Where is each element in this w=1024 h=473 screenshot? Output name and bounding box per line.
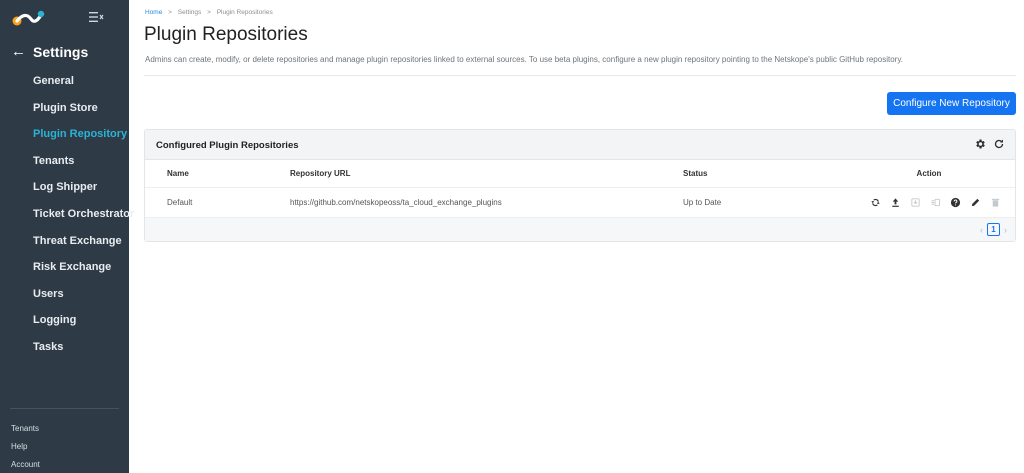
edit-icon[interactable]	[969, 196, 981, 208]
column-header-name: Name	[145, 160, 290, 188]
card-header: Configured Plugin Repositories	[145, 130, 1015, 160]
page-description: Admins can create, modify, or delete rep…	[145, 55, 903, 64]
page-title: Plugin Repositories	[144, 24, 308, 45]
settings-back-link[interactable]: ← Settings	[11, 43, 88, 60]
table-row: Default https://github.com/netskopeoss/t…	[145, 187, 1015, 217]
card-tools	[974, 138, 1005, 150]
repo-name: Default	[167, 197, 193, 207]
sidebar-item-log-shipper[interactable]: Log Shipper	[0, 174, 129, 201]
sidebar-item-threat-exchange[interactable]: Threat Exchange	[0, 228, 129, 255]
bottom-link-account[interactable]: Account	[11, 456, 40, 473]
pagination-row: ‹ 1 ›	[145, 217, 1015, 241]
card-title: Configured Plugin Repositories	[156, 140, 299, 151]
sidebar-item-general[interactable]: General	[0, 68, 129, 95]
settings-nav: General Plugin Store Plugin Repository T…	[0, 68, 134, 361]
switch-branch-icon	[929, 196, 941, 208]
header-divider	[144, 75, 1016, 76]
breadcrumb-settings[interactable]: Settings	[178, 9, 202, 16]
download-icon	[909, 196, 921, 208]
breadcrumb-home[interactable]: Home	[145, 9, 162, 16]
sidebar-item-tasks[interactable]: Tasks	[0, 334, 129, 361]
help-icon[interactable]	[949, 196, 961, 208]
table-header-row: Name Repository URL Status Action	[145, 160, 1015, 188]
column-header-url: Repository URL	[290, 160, 683, 188]
configure-new-repository-button[interactable]: Configure New Repository	[887, 92, 1016, 115]
sidebar-item-risk-exchange[interactable]: Risk Exchange	[0, 254, 129, 281]
collapse-sidebar-icon[interactable]	[88, 10, 104, 24]
repositories-table: Name Repository URL Status Action Defaul…	[145, 160, 1015, 217]
breadcrumb-separator: >	[168, 9, 172, 16]
bottom-link-tenants[interactable]: Tenants	[11, 420, 40, 438]
back-arrow-icon: ←	[11, 43, 26, 60]
chevron-right-icon[interactable]: ›	[1004, 225, 1007, 235]
sidebar: ← Settings General Plugin Store Plugin R…	[0, 0, 134, 473]
breadcrumb-current: Plugin Repositories	[216, 9, 273, 16]
bottom-link-help[interactable]: Help	[11, 438, 40, 456]
settings-title: Settings	[33, 43, 89, 60]
gear-icon[interactable]	[974, 138, 986, 150]
pagination: ‹ 1 ›	[980, 223, 1007, 236]
column-header-status: Status	[683, 160, 843, 188]
delete-icon	[989, 196, 1001, 208]
sync-icon[interactable]	[869, 196, 881, 208]
upload-icon[interactable]	[889, 196, 901, 208]
repositories-card: Configured Plugin Repositories Name Repo	[144, 129, 1016, 242]
sidebar-divider	[10, 408, 119, 409]
breadcrumb: Home > Settings > Plugin Repositories	[145, 9, 273, 16]
sidebar-item-logging[interactable]: Logging	[0, 307, 129, 334]
repo-status: Up to Date	[683, 197, 722, 207]
sidebar-item-plugin-repository[interactable]: Plugin Repository	[0, 121, 129, 148]
sidebar-item-tenants[interactable]: Tenants	[0, 148, 129, 175]
page-number[interactable]: 1	[987, 223, 1000, 236]
row-actions	[843, 196, 1015, 208]
sidebar-bottom-links: Tenants Help Account	[11, 420, 40, 473]
sidebar-item-plugin-store[interactable]: Plugin Store	[0, 95, 129, 122]
chevron-left-icon[interactable]: ‹	[980, 225, 983, 235]
sidebar-item-users[interactable]: Users	[0, 281, 129, 308]
breadcrumb-separator: >	[207, 9, 211, 16]
refresh-icon[interactable]	[993, 138, 1005, 150]
column-header-action: Action	[843, 160, 1015, 188]
sidebar-item-ticket-orchestrator[interactable]: Ticket Orchestrator	[0, 201, 134, 228]
netskope-logo	[12, 10, 45, 26]
main-content: Home > Settings > Plugin Repositories Pl…	[129, 0, 1024, 473]
repo-url: https://github.com/netskopeoss/ta_cloud_…	[290, 197, 502, 207]
